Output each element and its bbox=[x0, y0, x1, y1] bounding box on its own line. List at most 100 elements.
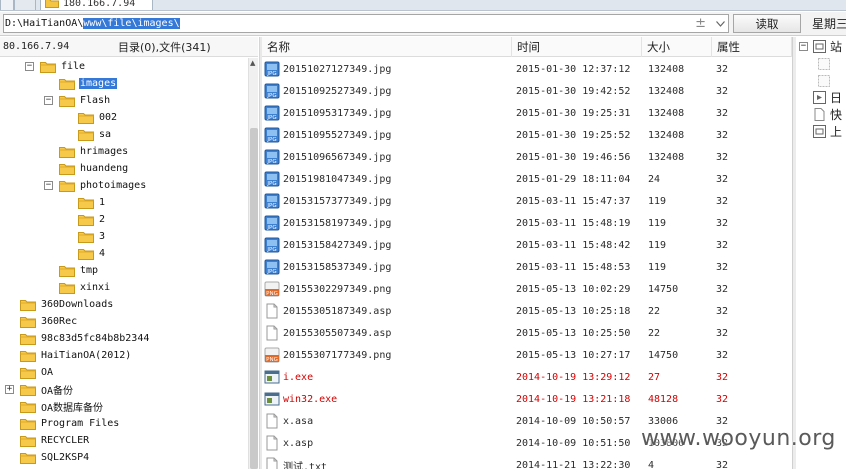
file-name-cell: JPG 20153158427349.jpg bbox=[264, 234, 512, 256]
file-row[interactable]: JPG 20153158197349.jpg 2015-03-11 15:48:19… bbox=[262, 212, 792, 234]
file-row[interactable]: JPG 20153158427349.jpg 2015-03-11 15:48:42… bbox=[262, 234, 792, 256]
file-attr: 32 bbox=[716, 107, 729, 119]
tree-item[interactable]: SQL2KSP4 bbox=[5, 449, 90, 466]
png-file-icon: PNG bbox=[264, 347, 280, 363]
plus-minus-icon[interactable]: ± bbox=[695, 16, 706, 31]
expand-toggle-icon[interactable]: − bbox=[44, 96, 53, 105]
tree-item[interactable]: 2 bbox=[63, 211, 106, 228]
tab-active-site[interactable]: 180.166.7.94 bbox=[40, 0, 153, 10]
expand-toggle-icon[interactable]: + bbox=[5, 385, 14, 394]
file-name-cell: JPG 20153157377349.jpg bbox=[264, 190, 512, 212]
tree-item-label: huandeng bbox=[80, 163, 129, 174]
file-time: 2014-10-19 13:29:12 bbox=[516, 371, 631, 383]
file-time: 2015-03-11 15:48:53 bbox=[516, 261, 631, 273]
path-selected: www\file\images\ bbox=[83, 18, 180, 29]
tree-item[interactable]: 3 bbox=[63, 228, 106, 245]
svg-text:JPG: JPG bbox=[266, 159, 276, 165]
right-tree-item[interactable]: − 站 bbox=[799, 38, 842, 55]
item-icon bbox=[818, 74, 830, 87]
tree-item[interactable]: − file bbox=[25, 58, 86, 75]
file-row[interactable]: PNG 20155302297349.png 2015-05-13 10:02:29… bbox=[262, 278, 792, 300]
file-size: 48128 bbox=[648, 393, 679, 405]
file-row[interactable]: 20155305187349.asp 2015-05-13 10:25:18 22 3… bbox=[262, 300, 792, 322]
tree-item[interactable]: hrimages bbox=[44, 143, 129, 160]
file-row[interactable]: JPG 20151981047349.jpg 2015-01-29 18:11:04… bbox=[262, 168, 792, 190]
tree-item[interactable]: sa bbox=[63, 126, 112, 143]
tab-2[interactable] bbox=[14, 0, 36, 10]
right-tree-label: 站 bbox=[830, 40, 843, 54]
tree-item[interactable]: 360Rec bbox=[5, 313, 78, 330]
file-name-cell: 20155305187349.asp bbox=[264, 300, 512, 322]
tree-item[interactable]: xinxi bbox=[44, 279, 111, 296]
tree-item[interactable]: Program Files bbox=[5, 415, 120, 432]
file-row[interactable]: JPG 20151092527349.jpg 2015-01-30 19:42:52… bbox=[262, 80, 792, 102]
tree-item[interactable]: huandeng bbox=[44, 160, 129, 177]
expand-toggle-icon[interactable]: − bbox=[25, 62, 34, 71]
folder-icon bbox=[20, 317, 36, 328]
folder-icon bbox=[20, 351, 36, 362]
file-size: 119 bbox=[648, 195, 667, 207]
tree-scrollbar-thumb[interactable] bbox=[250, 128, 258, 469]
scroll-up-icon[interactable]: ▲ bbox=[250, 59, 255, 67]
file-row[interactable]: win32.exe 2014-10-19 13:21:18 48128 32 bbox=[262, 388, 792, 410]
file-row[interactable]: JPG 20151095527349.jpg 2015-01-30 19:25:52… bbox=[262, 124, 792, 146]
right-tree-item[interactable]: 快 bbox=[799, 106, 842, 123]
tree-item[interactable]: 002 bbox=[63, 109, 118, 126]
folder-icon bbox=[20, 419, 36, 430]
right-tree-label: 日 bbox=[830, 91, 843, 105]
path-input[interactable]: D:\HaiTianOA\ www\file\images\ ± bbox=[3, 14, 729, 33]
file-row[interactable]: JPG 20153157377349.jpg 2015-03-11 15:47:37… bbox=[262, 190, 792, 212]
folder-icon bbox=[20, 453, 36, 464]
column-header-attr[interactable]: 属性 bbox=[712, 37, 792, 57]
file-time: 2015-03-11 15:48:42 bbox=[516, 239, 631, 251]
file-name: 测试.txt bbox=[283, 461, 328, 469]
column-header-time[interactable]: 时间 bbox=[512, 37, 642, 57]
tree-item[interactable]: OA bbox=[5, 364, 54, 381]
tree-item[interactable]: OA数据库备份 bbox=[5, 398, 104, 415]
file-row[interactable]: JPG 20151095317349.jpg 2015-01-30 19:25:31… bbox=[262, 102, 792, 124]
watermark: www.wooyun.org bbox=[641, 426, 836, 451]
tree-item-label: HaiTianOA(2012) bbox=[41, 350, 132, 361]
expand-toggle-icon[interactable]: − bbox=[799, 42, 808, 51]
tree-scrollbar[interactable]: ▲ bbox=[248, 58, 258, 469]
tree-item[interactable]: 98c83d5fc84b8b2344 bbox=[5, 330, 150, 347]
box-icon bbox=[813, 125, 826, 138]
tree-item-label: photoimages bbox=[80, 180, 147, 191]
file-row[interactable]: i.exe 2014-10-19 13:29:12 27 32 bbox=[262, 366, 792, 388]
tree-item-label: images bbox=[79, 78, 118, 89]
file-name-cell: i.exe bbox=[264, 366, 512, 388]
right-tree-item[interactable] bbox=[818, 72, 834, 89]
tree-item[interactable]: − Flash bbox=[44, 92, 111, 109]
file-row[interactable]: JPG 20151027127349.jpg 2015-01-30 12:37:12… bbox=[262, 58, 792, 80]
chevron-down-icon[interactable] bbox=[714, 18, 726, 30]
file-row[interactable]: PNG 20155307177349.png 2015-05-13 10:27:17… bbox=[262, 344, 792, 366]
tree-item[interactable]: images bbox=[44, 75, 118, 92]
file-attr: 32 bbox=[716, 283, 729, 295]
file-row[interactable]: JPG 20151096567349.jpg 2015-01-30 19:46:56… bbox=[262, 146, 792, 168]
file-row[interactable]: JPG 20153158537349.jpg 2015-03-11 15:48:53… bbox=[262, 256, 792, 278]
document-file-icon bbox=[266, 457, 278, 469]
folder-icon bbox=[20, 385, 36, 396]
file-row[interactable]: 20155305507349.asp 2015-05-13 10:25:50 22 3… bbox=[262, 322, 792, 344]
right-tree-item[interactable]: 日 bbox=[799, 89, 842, 106]
file-row[interactable]: 测试.txt 2014-11-21 13:22:30 4 32 bbox=[262, 454, 792, 469]
tree-item[interactable]: 4 bbox=[63, 245, 106, 262]
tree-item[interactable]: 1 bbox=[63, 194, 106, 211]
tree-item[interactable]: − photoimages bbox=[44, 177, 147, 194]
column-header-name[interactable]: 名称 bbox=[262, 37, 512, 57]
right-tree-item[interactable]: 上 bbox=[799, 123, 842, 140]
folder-icon bbox=[59, 96, 75, 107]
file-attr: 32 bbox=[716, 261, 729, 273]
tree-item[interactable]: 360Downloads bbox=[5, 296, 114, 313]
right-tree-item[interactable] bbox=[818, 55, 834, 72]
tree-item[interactable]: RECYCLER bbox=[5, 432, 90, 449]
column-header-size[interactable]: 大小 bbox=[642, 37, 712, 57]
expand-toggle-icon[interactable]: − bbox=[44, 181, 53, 190]
tree-item[interactable]: + OA备份 bbox=[5, 381, 74, 398]
tab-1[interactable] bbox=[0, 0, 14, 10]
tree-item[interactable]: HaiTianOA(2012) bbox=[5, 347, 132, 364]
tree-item[interactable]: tmp bbox=[44, 262, 99, 279]
weekday-label: 星期三 bbox=[812, 17, 846, 31]
file-size: 119 bbox=[648, 239, 667, 251]
read-button[interactable]: 读取 bbox=[733, 14, 801, 33]
